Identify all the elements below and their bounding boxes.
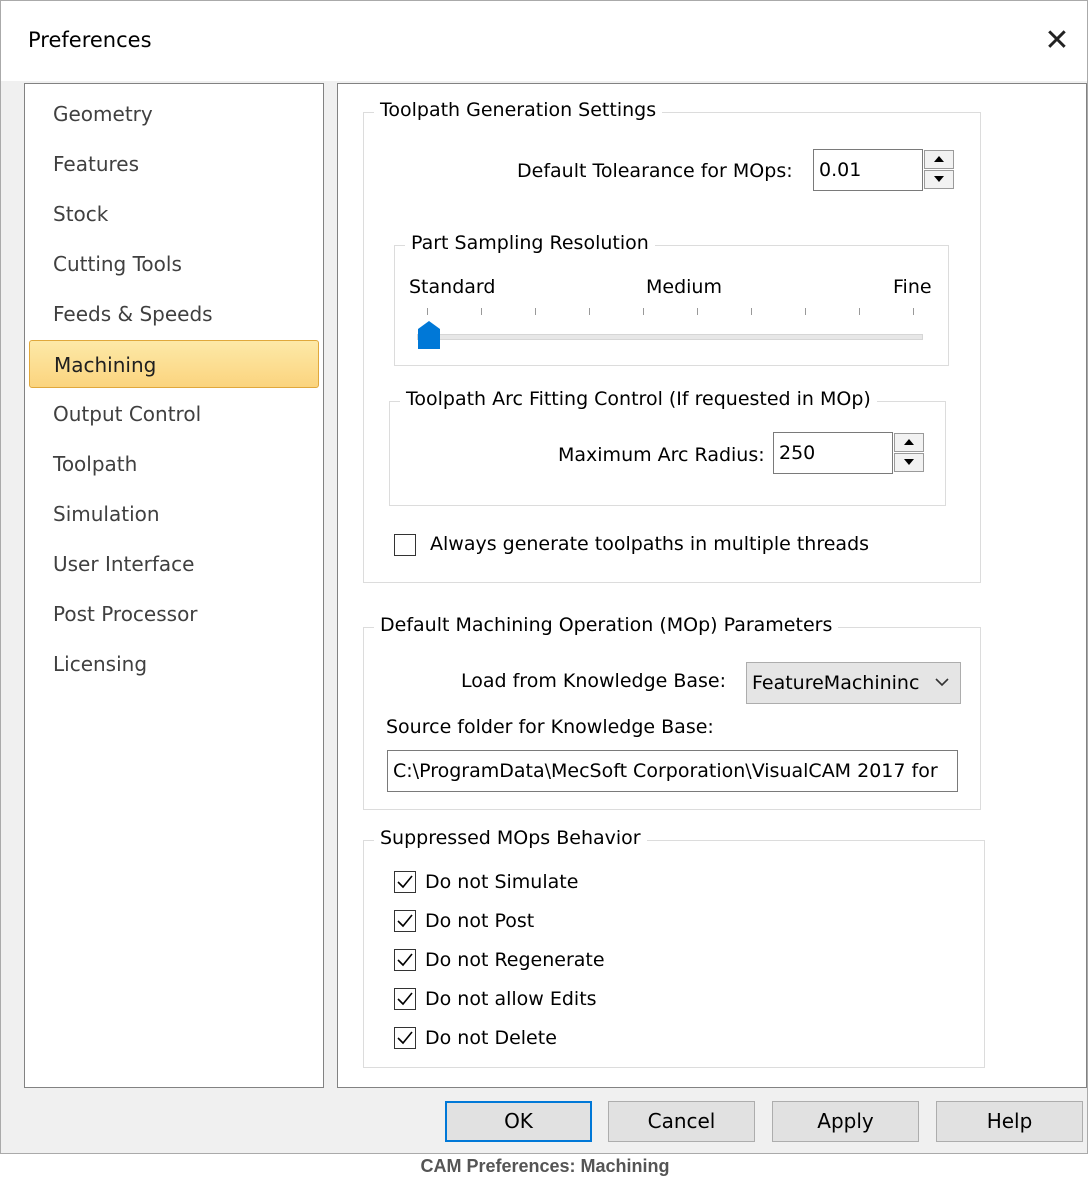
check-icon xyxy=(397,914,413,928)
chevron-down-icon xyxy=(935,678,949,687)
do-not-delete-label: Do not Delete xyxy=(425,1027,557,1049)
arc-fitting-legend: Toolpath Arc Fitting Control (If request… xyxy=(400,388,877,410)
nav-item-simulation[interactable]: Simulation xyxy=(29,490,319,538)
do-not-allow-edits-checkbox[interactable] xyxy=(394,988,416,1010)
kb-select[interactable]: FeatureMachininc xyxy=(746,662,961,704)
folder-input[interactable]: C:\ProgramData\MecSoft Corporation\Visua… xyxy=(387,750,958,792)
do-not-allow-edits-label: Do not allow Edits xyxy=(425,988,597,1010)
dialog-title: Preferences xyxy=(28,28,152,52)
nav-item-post-processor[interactable]: Post Processor xyxy=(29,590,319,638)
nav-item-geometry[interactable]: Geometry xyxy=(29,90,319,138)
mop-params-legend: Default Machining Operation (MOp) Parame… xyxy=(374,614,839,636)
nav-item-feeds-speeds[interactable]: Feeds & Speeds xyxy=(29,290,319,338)
do-not-regenerate-label: Do not Regenerate xyxy=(425,949,605,971)
check-icon xyxy=(397,875,413,889)
close-icon[interactable]: ✕ xyxy=(1037,21,1077,61)
slider-label-standard: Standard xyxy=(409,276,496,298)
do-not-simulate-checkbox[interactable] xyxy=(394,871,416,893)
nav-item-cutting-tools[interactable]: Cutting Tools xyxy=(29,240,319,288)
do-not-regenerate-checkbox[interactable] xyxy=(394,949,416,971)
do-not-simulate-label: Do not Simulate xyxy=(425,871,579,893)
slider-tick xyxy=(535,308,536,315)
tolerance-input[interactable]: 0.01 xyxy=(813,149,923,191)
check-icon xyxy=(397,992,413,1006)
nav-item-toolpath[interactable]: Toolpath xyxy=(29,440,319,488)
nav-item-machining[interactable]: Machining xyxy=(29,340,319,388)
arc-radius-input[interactable]: 250 xyxy=(773,432,893,474)
slider-label-medium: Medium xyxy=(646,276,722,298)
multithread-label: Always generate toolpaths in multiple th… xyxy=(430,533,870,555)
tolerance-label: Default Tolearance for MOps: xyxy=(517,160,793,182)
cancel-button[interactable]: Cancel xyxy=(608,1101,755,1142)
nav-item-features[interactable]: Features xyxy=(29,140,319,188)
suppressed-legend: Suppressed MOps Behavior xyxy=(374,827,647,849)
arrow-down-icon xyxy=(904,459,914,465)
arc-radius-up-button[interactable] xyxy=(894,433,924,452)
check-icon xyxy=(397,1031,413,1045)
mop-params-group: Default Machining Operation (MOp) Parame… xyxy=(363,614,981,810)
nav-item-user-interface[interactable]: User Interface xyxy=(29,540,319,588)
slider-tick xyxy=(643,308,644,315)
do-not-delete-checkbox[interactable] xyxy=(394,1027,416,1049)
sampling-group: Part Sampling Resolution Standard Medium… xyxy=(394,232,949,366)
slider-tick xyxy=(805,308,806,315)
sampling-legend: Part Sampling Resolution xyxy=(405,232,655,254)
slider-tick xyxy=(751,308,752,315)
toolpath-generation-group: Toolpath Generation Settings Default Tol… xyxy=(363,99,981,583)
slider-ticks xyxy=(427,308,914,316)
tolerance-up-button[interactable] xyxy=(924,150,954,169)
do-not-post-checkbox[interactable] xyxy=(394,910,416,932)
preferences-dialog: Preferences ✕ Geometry Features Stock Cu… xyxy=(0,0,1088,1154)
slider-tick xyxy=(589,308,590,315)
arrow-up-icon xyxy=(904,439,914,445)
nav-item-output-control[interactable]: Output Control xyxy=(29,390,319,438)
title-bar: Preferences ✕ xyxy=(1,1,1087,81)
arc-radius-down-button[interactable] xyxy=(894,453,924,472)
ok-button[interactable]: OK xyxy=(445,1101,592,1142)
category-list: Geometry Features Stock Cutting Tools Fe… xyxy=(24,83,324,1088)
slider-label-fine: Fine xyxy=(893,276,932,298)
arrow-up-icon xyxy=(934,156,944,162)
arc-fitting-group: Toolpath Arc Fitting Control (If request… xyxy=(389,388,946,506)
kb-select-value: FeatureMachininc xyxy=(752,672,920,694)
folder-label: Source folder for Knowledge Base: xyxy=(386,716,714,738)
slider-track[interactable] xyxy=(417,334,923,340)
check-icon xyxy=(397,953,413,967)
multithread-checkbox[interactable] xyxy=(394,534,416,556)
arc-radius-label: Maximum Arc Radius: xyxy=(558,444,765,466)
tolerance-down-button[interactable] xyxy=(924,170,954,189)
slider-tick xyxy=(913,308,914,315)
apply-button[interactable]: Apply xyxy=(772,1101,919,1142)
suppressed-group: Suppressed MOps Behavior Do not Simulate… xyxy=(363,827,985,1068)
do-not-post-label: Do not Post xyxy=(425,910,535,932)
help-button[interactable]: Help xyxy=(936,1101,1083,1142)
nav-item-stock[interactable]: Stock xyxy=(29,190,319,238)
kb-label: Load from Knowledge Base: xyxy=(461,670,727,692)
figure-caption: CAM Preferences: Machining xyxy=(420,1156,670,1176)
slider-tick xyxy=(697,308,698,315)
slider-tick xyxy=(427,308,428,315)
settings-panel: Toolpath Generation Settings Default Tol… xyxy=(337,83,1087,1088)
slider-tick xyxy=(481,308,482,315)
arrow-down-icon xyxy=(934,176,944,182)
slider-thumb[interactable] xyxy=(418,321,440,349)
nav-item-licensing[interactable]: Licensing xyxy=(29,640,319,688)
slider-tick xyxy=(859,308,860,315)
toolpath-generation-legend: Toolpath Generation Settings xyxy=(374,99,663,121)
